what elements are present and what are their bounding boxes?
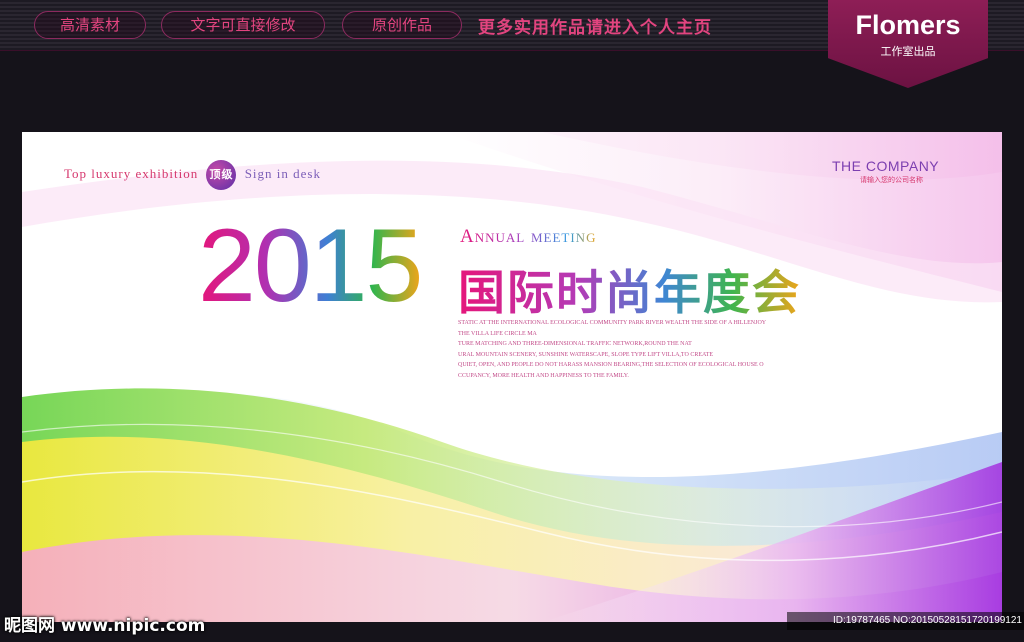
description-line: STATIC AT THE INTERNATIONAL ECOLOGICAL C… [458,320,767,326]
description-line: QUIET, OPEN, AND PEOPLE DO NOT HARASS MA… [458,362,764,368]
company-subtitle: 请输入您的公司名称 [860,176,923,184]
promo-text: 更多实用作品请进入个人主页 [478,18,712,38]
year-title: 2015 [198,208,423,324]
tagline: Top luxury exhibition 顶级 Sign in desk [64,160,321,190]
chinese-title: 国际时尚年度会 [458,254,801,323]
image-id-watermark: ID:19787465 NO:20150528151720199121 [787,612,1024,630]
top-level-badge: 顶级 [206,160,237,190]
brand-badge: Flomers 工作室出品 [828,0,988,88]
site-watermark: 昵图网 www.nipic.com [4,616,206,636]
tagline-part2: Sign in desk [244,165,321,181]
annual-meeting-poster: Top luxury exhibition 顶级 Sign in desk TH… [22,132,1002,622]
company-name: THE COMPANY [832,158,940,174]
original-work-pill: 原创作品 [342,11,462,39]
description-line: URAL MOUNTAIN SCENERY, SUNSHINE WATERSCA… [458,351,713,358]
description-line: THE VILLA LIFE CIRCLE MA [458,330,537,337]
brand-name: Flomers [855,10,961,40]
annual-meeting-heading: Annual meeting [460,226,597,247]
editable-text-pill: 文字可直接修改 [161,11,325,39]
hd-material-pill: 高清素材 [34,11,146,39]
description-line: TURE MATCHING AND THREE-DIMENSIONAL TRAF… [458,341,692,347]
tagline-part1: Top luxury exhibition [64,165,199,181]
brand-subtitle: 工作室出品 [880,45,936,58]
description-block: STATIC AT THE INTERNATIONAL ECOLOGICAL C… [458,318,858,381]
description-line: CCUPANCY, MORE HEALTH AND HAPPINESS TO T… [458,372,629,379]
